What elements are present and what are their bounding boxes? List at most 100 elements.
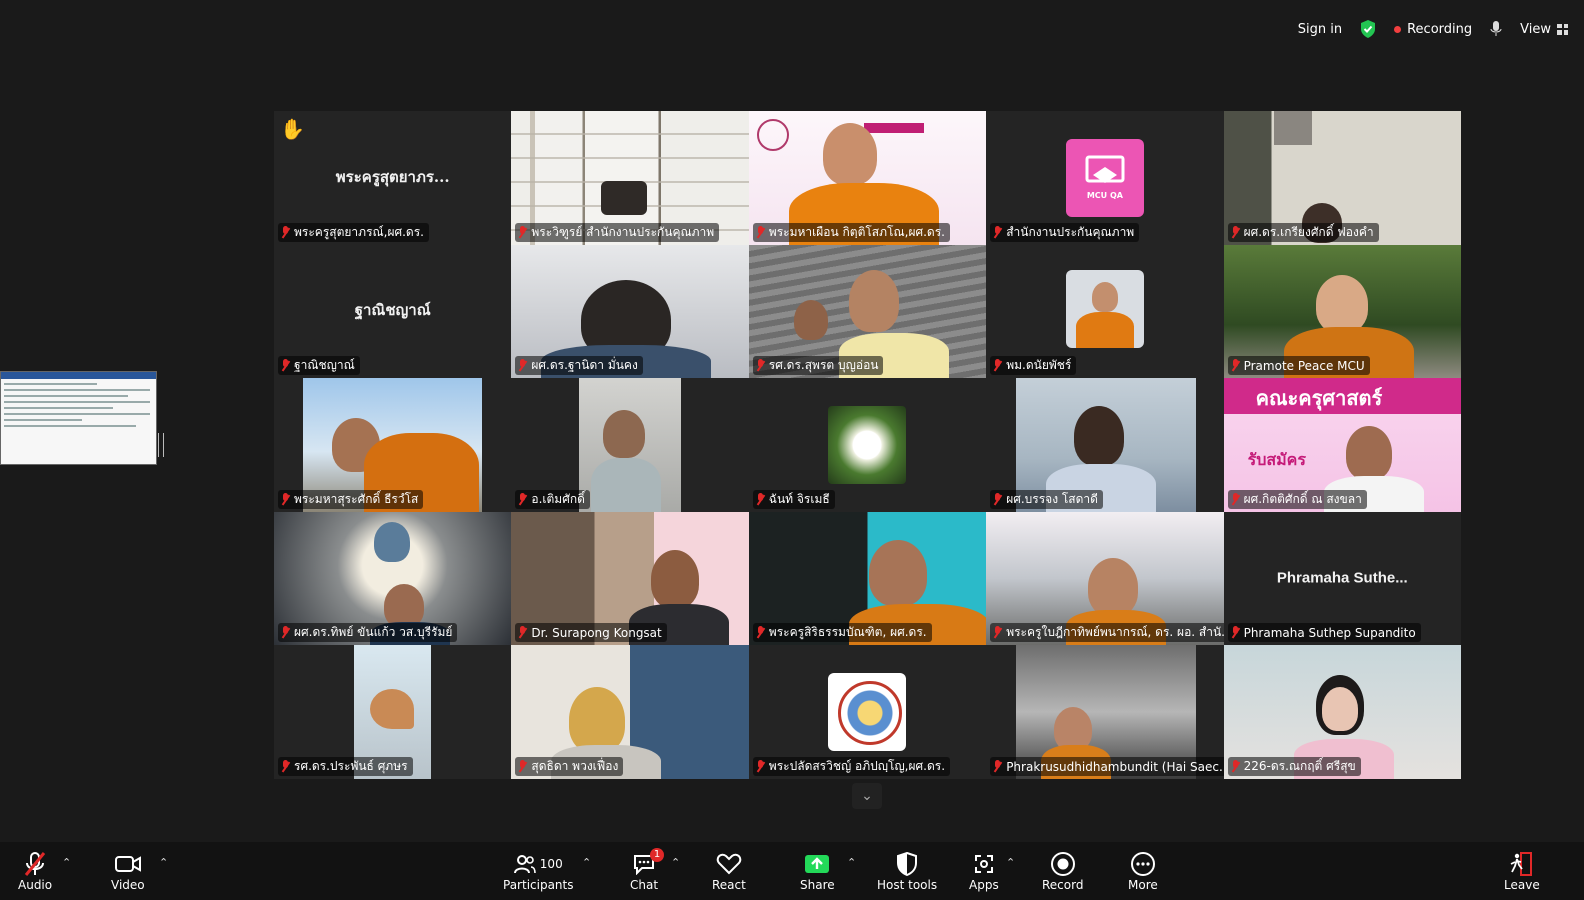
sign-in-link[interactable]: Sign in xyxy=(1298,22,1342,37)
shared-screen-thumbnail[interactable] xyxy=(0,371,157,465)
recording-dot-icon xyxy=(1394,25,1402,33)
view-button[interactable]: View xyxy=(1520,22,1568,37)
audio-label: Audio xyxy=(18,878,53,892)
name-text: พระมหาเผือน กิตฺติโสภโณ,ผศ.ดร. xyxy=(768,224,945,239)
apps-options-caret-icon[interactable]: ⌃ xyxy=(1006,856,1015,869)
participant-tile[interactable]: พระปลัดสรวิชญ์ อภิปญฺโญ,ผศ.ดร. xyxy=(748,645,987,779)
host-tools-label: Host tools xyxy=(877,878,938,892)
react-button[interactable]: React xyxy=(712,850,746,892)
name-text: ผศ.กิตติศักดิ์ ณ สงขลา xyxy=(1243,491,1362,506)
participant-tile[interactable]: ผศ.ดร.ทิพย์ ขันแก้ว วส.บุรีรัมย์ xyxy=(274,511,512,646)
chat-label: Chat xyxy=(630,878,659,892)
host-tools-button[interactable]: Host tools xyxy=(877,850,937,892)
shield-icon xyxy=(896,850,918,878)
mic-muted-icon xyxy=(756,760,765,773)
video-camera-icon xyxy=(114,850,142,878)
participant-tile[interactable]: ฐาณิชญาณ์ ฐาณิชญาณ์ xyxy=(274,244,512,379)
participants-icon: 100 xyxy=(513,850,563,878)
participant-tile[interactable]: รศ.ดร.ประพันธ์ ศุภษร xyxy=(274,645,512,779)
participant-name-label: รศ.ดร.ประพันธ์ ศุภษร xyxy=(278,757,413,776)
participant-name-label: สำนักงานประกันคุณภาพ xyxy=(990,222,1140,242)
mic-muted-icon xyxy=(281,225,290,239)
participant-tile[interactable]: สุดธิดา พวงเฟื่อง xyxy=(511,645,749,779)
recording-label: Recording xyxy=(1407,21,1473,37)
more-label: More xyxy=(1128,878,1158,892)
participant-display-name: ฐาณิชญาณ์ xyxy=(354,301,431,320)
participant-name-label: Phrakrusudhidhambundit (Hai Saec... xyxy=(990,757,1224,776)
mic-muted-icon xyxy=(518,760,527,773)
participant-name-label: รศ.ดร.สุพรต บุญอ่อน xyxy=(752,356,884,376)
name-text: พม.ดนัยพัชร์ xyxy=(1006,358,1072,373)
participant-tile[interactable]: ผศ.ดร.ฐานิดา มั่นคง xyxy=(511,244,749,379)
participant-tile-active-speaker[interactable]: พระมหาเผือน กิตฺติโสภโณ,ผศ.ดร. xyxy=(748,111,987,245)
share-screen-icon xyxy=(804,850,830,878)
participant-tile[interactable]: ผศ.บรรจง โสดาดี xyxy=(986,378,1224,512)
thumbnail-resize-handle[interactable] xyxy=(158,433,164,457)
record-button[interactable]: Record xyxy=(1042,850,1083,892)
name-text: ฉันท์ จิรเมธี xyxy=(768,491,830,506)
more-button[interactable]: More xyxy=(1128,850,1158,892)
participant-tile[interactable]: พระครูใบฎีกาทิพย์พนากรณ์, ดร. ผอ. สำนั..… xyxy=(986,511,1224,646)
participant-tile[interactable]: อ.เติมศักดิ์ xyxy=(511,378,749,512)
video-options-caret-icon[interactable]: ⌃ xyxy=(159,856,168,869)
participant-name-label: ผศ.ดร.ฐานิดา มั่นคง xyxy=(515,356,643,376)
participants-button[interactable]: 100 Participants xyxy=(503,850,574,892)
security-shield-icon[interactable] xyxy=(1360,20,1376,38)
mic-muted-icon xyxy=(756,492,765,506)
participant-tile[interactable]: พระมหาสุระศักดิ์ ธีรวํโส xyxy=(274,378,512,512)
participant-name-label: พระมหาสุระศักดิ์ ธีรวํโส xyxy=(278,489,424,509)
share-button[interactable]: Share xyxy=(800,850,835,892)
mic-muted-icon xyxy=(518,626,527,639)
participant-tile[interactable]: Phramaha Suthe... Phramaha Suthep Supand… xyxy=(1223,511,1461,646)
participant-name-label: อ.เติมศักดิ์ xyxy=(515,489,590,509)
chat-unread-badge: 1 xyxy=(650,848,665,862)
participant-tile[interactable]: ผศ.ดร.เกรียงศักดิ์ ฟองคำ xyxy=(1223,111,1461,245)
participant-tile[interactable]: รศ.ดร.สุพรต บุญอ่อน xyxy=(748,244,987,379)
chevron-down-icon[interactable]: ⌄ xyxy=(852,783,882,809)
share-options-caret-icon[interactable]: ⌃ xyxy=(847,856,856,869)
name-text: ผศ.ดร.เกรียงศักดิ์ ฟองคำ xyxy=(1243,224,1374,239)
participant-name-label: 226-ดร.ณกฤติ์ ศรีสุข xyxy=(1227,757,1361,776)
participant-tile[interactable]: พม.ดนัยพัชร์ xyxy=(986,244,1224,379)
participant-tile[interactable]: ฉันท์ จิรเมธี xyxy=(748,378,987,512)
participant-name-label: พระครูสุตยาภรณ์,ผศ.ดร. xyxy=(278,222,429,242)
participant-name-label: ผศ.ดร.เกรียงศักดิ์ ฟองคำ xyxy=(1227,222,1379,242)
chat-options-caret-icon[interactable]: ⌃ xyxy=(671,856,680,869)
participant-name-label: พระปลัดสรวิชญ์ อภิปญฺโญ,ผศ.ดร. xyxy=(752,757,951,776)
raised-hand-icon: ✋ xyxy=(280,117,305,141)
audio-button[interactable]: Audio xyxy=(18,850,52,892)
participant-name-label: ผศ.กิตติศักดิ์ ณ สงขลา xyxy=(1227,489,1367,509)
participant-name-label: ผศ.ดร.ทิพย์ ขันแก้ว วส.บุรีรัมย์ xyxy=(278,623,458,643)
name-text: Phramaha Suthep Supandito xyxy=(1243,625,1416,640)
mic-muted-icon xyxy=(756,626,765,639)
leave-door-icon xyxy=(1510,850,1534,878)
leave-label: Leave xyxy=(1504,878,1540,892)
apps-button[interactable]: Apps xyxy=(969,850,999,892)
leave-button[interactable]: Leave xyxy=(1504,850,1540,892)
participant-name-label: Dr. Surapong Kongsat xyxy=(515,623,667,643)
participant-tile[interactable]: พระครูสิริธรรมบัณฑิต, ผศ.ดร. xyxy=(748,511,987,646)
participant-tile[interactable]: Dr. Surapong Kongsat xyxy=(511,511,749,646)
participant-name-label: พระวิฑูรย์ สำนักงานประกันคุณภาพ xyxy=(515,222,720,242)
mic-muted-icon xyxy=(1231,492,1240,506)
participant-tile[interactable]: คณะครุศาสตร์ รับสมัคร ผศ.กิตติศักดิ์ ณ ส… xyxy=(1223,378,1461,512)
participant-tile[interactable]: Phrakrusudhidhambundit (Hai Saec... xyxy=(986,645,1224,779)
participant-tile[interactable]: MCU QA สำนักงานประกันคุณภาพ xyxy=(986,111,1224,245)
recording-indicator[interactable]: Recording xyxy=(1394,22,1472,37)
name-text: สุดธิดา พวงเฟื่อง xyxy=(531,759,619,773)
participants-options-caret-icon[interactable]: ⌃ xyxy=(582,856,591,869)
participant-tile[interactable]: พระวิฑูรย์ สำนักงานประกันคุณภาพ xyxy=(511,111,749,245)
participant-name-label: พม.ดนัยพัชร์ xyxy=(990,356,1077,376)
participant-tile[interactable]: 226-ดร.ณกฤติ์ ศรีสุข xyxy=(1223,645,1461,779)
organization-seal-avatar xyxy=(828,673,907,752)
lotus-avatar xyxy=(828,405,907,484)
chat-button[interactable]: 1 Chat xyxy=(630,848,665,892)
participant-tile[interactable]: Pramote Peace MCU xyxy=(1223,244,1461,379)
name-text: 226-ดร.ณกฤติ์ ศรีสุข xyxy=(1243,759,1356,773)
participant-tile[interactable]: ✋ พระครูสุตยาภร... พระครูสุตยาภรณ์,ผศ.ดร… xyxy=(274,111,512,245)
audio-options-caret-icon[interactable]: ⌃ xyxy=(62,856,71,869)
participant-name-label: พระครูสิริธรรมบัณฑิต, ผศ.ดร. xyxy=(752,623,932,643)
audio-level-icon[interactable] xyxy=(1490,21,1502,37)
gallery-grid-icon xyxy=(1557,23,1568,35)
video-button[interactable]: Video xyxy=(111,850,145,892)
